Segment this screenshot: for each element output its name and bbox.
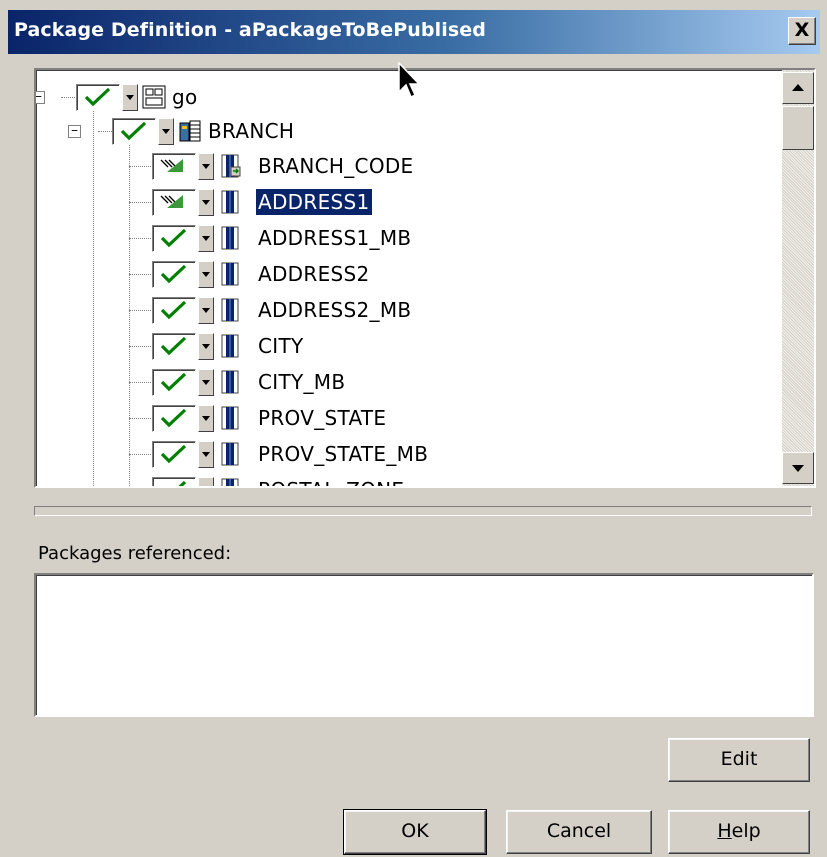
tree-item-label: ADDRESS2_MB bbox=[258, 298, 412, 322]
publish-dropdown-col-8[interactable] bbox=[198, 441, 214, 468]
column-icon bbox=[221, 298, 239, 322]
tree-column-item[interactable]: POSTAL_ZONE bbox=[36, 475, 776, 486]
help-button-label: Help bbox=[717, 820, 761, 842]
publish-dropdown-col-2[interactable] bbox=[198, 225, 214, 252]
publish-dropdown-go[interactable] bbox=[122, 84, 138, 111]
close-button[interactable]: X bbox=[788, 17, 816, 45]
tree-column-item[interactable]: BRANCH_CODE bbox=[36, 151, 776, 181]
publish-dropdown-col-9[interactable] bbox=[198, 477, 214, 486]
tree-expander-go[interactable]: − bbox=[36, 91, 45, 104]
column-icon bbox=[221, 442, 239, 466]
checkmark-icon bbox=[120, 121, 147, 141]
publish-dropdown-col-3[interactable] bbox=[198, 261, 214, 288]
column-icon bbox=[221, 226, 239, 250]
column-icon bbox=[221, 370, 239, 394]
publish-checkbox-col-2[interactable] bbox=[152, 225, 196, 252]
packages-referenced-list[interactable] bbox=[34, 573, 814, 717]
column-icon bbox=[221, 334, 239, 358]
window-title: Package Definition - aPackageToBePublise… bbox=[14, 19, 486, 41]
column-icon bbox=[221, 190, 239, 214]
checkmark-icon bbox=[84, 87, 111, 107]
checkmark-icon bbox=[160, 264, 187, 284]
help-mnemonic: H bbox=[717, 820, 732, 842]
package-definition-dialog: Package Definition - aPackageToBePublise… bbox=[0, 0, 827, 857]
cancel-button[interactable]: Cancel bbox=[506, 810, 652, 854]
tree-column-item[interactable]: PROV_STATE_MB bbox=[36, 439, 776, 469]
publish-checkbox-col-5[interactable] bbox=[152, 333, 196, 360]
checkmark-icon bbox=[178, 480, 187, 486]
publish-checkbox-col-0[interactable] bbox=[152, 153, 196, 180]
publish-checkbox-col-7[interactable] bbox=[152, 405, 196, 432]
tree-item-label: CITY_MB bbox=[258, 370, 346, 394]
mouse-cursor-icon bbox=[398, 62, 421, 99]
tree-column-item[interactable]: CITY_MB bbox=[36, 367, 776, 397]
publish-checkbox-col-4[interactable] bbox=[152, 297, 196, 324]
publish-checkbox-branch[interactable] bbox=[112, 118, 156, 145]
tree-item-label: go bbox=[172, 85, 198, 109]
publish-checkbox-col-9[interactable] bbox=[152, 477, 196, 486]
help-button[interactable]: Help bbox=[668, 810, 810, 854]
publish-dropdown-col-0[interactable] bbox=[198, 153, 214, 180]
tree-item-label: PROV_STATE bbox=[258, 406, 387, 430]
publish-dropdown-col-1[interactable] bbox=[198, 189, 214, 216]
tree-node-branch[interactable]: − BRANCH bbox=[36, 116, 776, 146]
tree-column-item[interactable]: ADDRESS2_MB bbox=[36, 295, 776, 325]
column-icon bbox=[221, 406, 239, 430]
tree-column-item[interactable]: CITY bbox=[36, 331, 776, 361]
tree-column-item[interactable]: ADDRESS1 bbox=[36, 187, 776, 217]
key-column-icon bbox=[221, 154, 241, 178]
tree-item-label: ADDRESS1_MB bbox=[258, 226, 412, 250]
arrow-up-icon bbox=[792, 84, 804, 91]
checkmark-icon bbox=[160, 372, 187, 392]
tree-item-label: BRANCH bbox=[208, 119, 295, 143]
tree-column-item[interactable]: ADDRESS2 bbox=[36, 259, 776, 289]
tree-item-label: ADDRESS2 bbox=[258, 262, 370, 286]
checkmark-icon bbox=[160, 228, 187, 248]
package-icon bbox=[142, 85, 166, 109]
publish-dropdown-col-5[interactable] bbox=[198, 333, 214, 360]
column-icon bbox=[221, 478, 239, 486]
table-icon bbox=[179, 120, 201, 142]
tree-expander-branch[interactable]: − bbox=[68, 125, 81, 138]
publish-checkbox-col-6[interactable] bbox=[152, 369, 196, 396]
scroll-thumb[interactable] bbox=[782, 106, 814, 150]
publish-checkbox-col-3[interactable] bbox=[152, 261, 196, 288]
publish-checkbox-go[interactable] bbox=[76, 84, 120, 111]
publish-dropdown-branch[interactable] bbox=[158, 118, 174, 145]
pane-splitter[interactable] bbox=[34, 506, 812, 516]
tree-column-item[interactable]: ADDRESS1_MB bbox=[36, 223, 776, 253]
edit-button[interactable]: Edit bbox=[668, 738, 810, 782]
publish-dropdown-col-7[interactable] bbox=[198, 405, 214, 432]
package-tree[interactable]: − go − BRANCH BRANCH_CODE ADDRESS1 ADDRESS1_MB… bbox=[34, 68, 816, 488]
tree-item-label: CITY bbox=[258, 334, 304, 358]
tree-item-label: ADDRESS1 bbox=[255, 188, 373, 216]
arrow-down-icon bbox=[792, 465, 804, 472]
ok-button[interactable]: OK bbox=[343, 809, 487, 855]
checkmark-icon bbox=[160, 300, 187, 320]
partial-check-icon bbox=[160, 195, 183, 208]
tree-item-label: POSTAL_ZONE bbox=[258, 477, 404, 486]
column-icon bbox=[221, 262, 239, 286]
scroll-down-button[interactable] bbox=[782, 452, 814, 484]
title-bar[interactable]: Package Definition - aPackageToBePublise… bbox=[8, 10, 820, 54]
publish-dropdown-col-4[interactable] bbox=[198, 297, 214, 324]
checkmark-icon bbox=[160, 336, 187, 356]
partial-check-icon bbox=[160, 159, 183, 172]
publish-dropdown-col-6[interactable] bbox=[198, 369, 214, 396]
checkmark-icon bbox=[160, 444, 187, 464]
checkmark-icon bbox=[160, 408, 187, 428]
tree-item-label: PROV_STATE_MB bbox=[258, 442, 429, 466]
tree-item-label: BRANCH_CODE bbox=[258, 154, 414, 178]
publish-checkbox-col-8[interactable] bbox=[152, 441, 196, 468]
tree-vertical-scrollbar[interactable] bbox=[782, 70, 814, 486]
tree-column-item[interactable]: PROV_STATE bbox=[36, 403, 776, 433]
publish-checkbox-col-1[interactable] bbox=[152, 189, 196, 216]
packages-referenced-label: Packages referenced: bbox=[38, 543, 232, 564]
scroll-up-button[interactable] bbox=[782, 72, 814, 104]
